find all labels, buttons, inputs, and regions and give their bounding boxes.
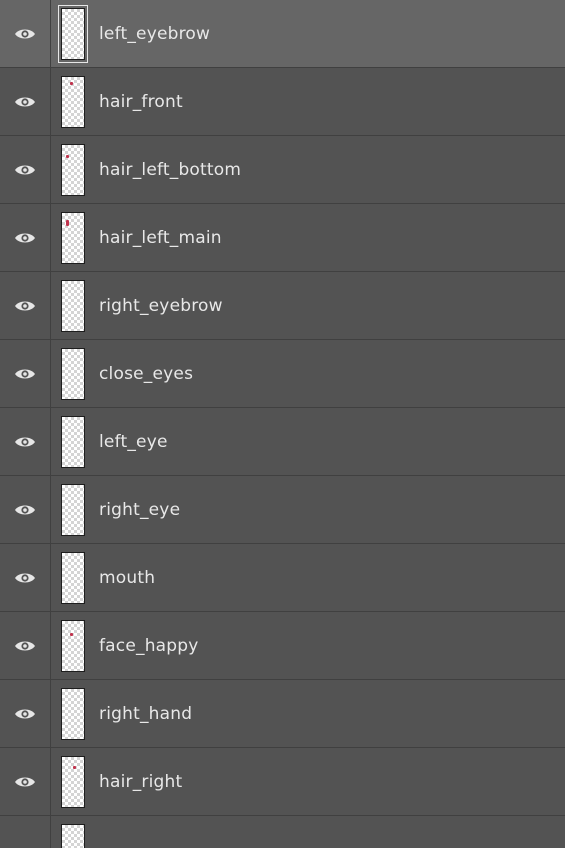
layer-thumbnail-cell[interactable] <box>51 68 95 135</box>
layer-thumbnail[interactable] <box>61 279 85 332</box>
eye-icon[interactable] <box>14 299 36 313</box>
eye-icon[interactable] <box>14 435 36 449</box>
layer-thumbnail[interactable] <box>61 824 85 848</box>
eye-icon[interactable] <box>14 231 36 245</box>
layer-name[interactable]: hair_front <box>99 92 183 112</box>
layer-thumbnail-cell[interactable] <box>51 340 95 407</box>
layer-name[interactable]: mouth <box>99 568 155 588</box>
layer-name[interactable]: left_eye <box>99 432 168 452</box>
layer-thumbnail[interactable] <box>61 755 85 808</box>
layer-thumbnail[interactable] <box>61 483 85 536</box>
layer-thumbnail-cell[interactable] <box>51 680 95 747</box>
layer-thumbnail-cell[interactable] <box>51 272 95 339</box>
layer-thumbnail-cell[interactable] <box>51 612 95 679</box>
visibility-toggle[interactable] <box>0 408 51 475</box>
layer-row-right-hand[interactable]: right_hand <box>0 680 565 748</box>
layer-thumbnail-cell[interactable] <box>51 748 95 815</box>
visibility-cell[interactable] <box>0 816 51 848</box>
thumbnail-content <box>66 219 69 226</box>
layer-thumbnail[interactable] <box>58 4 88 63</box>
layer-thumbnail-cell[interactable] <box>51 408 95 475</box>
layer-row-mouth[interactable]: mouth <box>0 544 565 612</box>
layer-row-left-eyebrow[interactable]: left_eyebrow <box>0 0 565 68</box>
visibility-toggle[interactable] <box>0 0 51 67</box>
layer-row-right-eyebrow[interactable]: right_eyebrow <box>0 272 565 340</box>
layer-thumbnail[interactable] <box>61 347 85 400</box>
layer-name[interactable]: hair_left_main <box>99 228 222 248</box>
layer-thumbnail[interactable] <box>61 551 85 604</box>
layer-name[interactable]: left_eyebrow <box>99 24 210 44</box>
layer-thumbnail-cell[interactable] <box>51 476 95 543</box>
layer-thumbnail[interactable] <box>61 415 85 468</box>
layer-name[interactable]: close_eyes <box>99 364 193 384</box>
eye-icon[interactable] <box>14 639 36 653</box>
thumbnail-content <box>66 154 69 158</box>
layer-name[interactable]: hair_right <box>99 772 182 792</box>
eye-icon[interactable] <box>14 27 36 41</box>
layer-thumbnail-cell[interactable] <box>51 136 95 203</box>
visibility-toggle[interactable] <box>0 612 51 679</box>
layer-row-partial[interactable] <box>0 816 565 848</box>
layer-name[interactable]: right_hand <box>99 704 192 724</box>
layer-thumbnail[interactable] <box>61 619 85 672</box>
layer-name[interactable]: face_happy <box>99 636 199 656</box>
visibility-toggle[interactable] <box>0 544 51 611</box>
eye-icon[interactable] <box>14 95 36 109</box>
eye-icon[interactable] <box>14 775 36 789</box>
layer-row-hair-left-bottom[interactable]: hair_left_bottom <box>0 136 565 204</box>
visibility-toggle[interactable] <box>0 204 51 271</box>
layer-row-hair-right[interactable]: hair_right <box>0 748 565 816</box>
layer-row-face-happy[interactable]: face_happy <box>0 612 565 680</box>
eye-icon[interactable] <box>14 571 36 585</box>
layer-row-right-eye[interactable]: right_eye <box>0 476 565 544</box>
layer-thumbnail[interactable] <box>61 211 85 264</box>
eye-icon[interactable] <box>14 503 36 517</box>
layer-row-hair-left-main[interactable]: hair_left_main <box>0 204 565 272</box>
layer-row-close-eyes[interactable]: close_eyes <box>0 340 565 408</box>
layer-thumbnail-cell[interactable] <box>51 204 95 271</box>
thumbnail-content <box>70 632 73 636</box>
layer-thumbnail-cell[interactable] <box>51 0 95 67</box>
layer-row-left-eye[interactable]: left_eye <box>0 408 565 476</box>
visibility-toggle[interactable] <box>0 748 51 815</box>
visibility-toggle[interactable] <box>0 68 51 135</box>
layer-name[interactable]: right_eye <box>99 500 180 520</box>
thumbnail-content <box>70 81 73 85</box>
visibility-toggle[interactable] <box>0 476 51 543</box>
layer-name[interactable]: right_eyebrow <box>99 296 223 316</box>
eye-icon[interactable] <box>14 367 36 381</box>
visibility-toggle[interactable] <box>0 136 51 203</box>
layers-panel: left_eyebrow hair_front hair_left_bottom… <box>0 0 565 848</box>
visibility-toggle[interactable] <box>0 272 51 339</box>
layer-thumbnail[interactable] <box>61 75 85 128</box>
layer-thumbnail[interactable] <box>61 143 85 196</box>
visibility-toggle[interactable] <box>0 680 51 747</box>
layer-row-hair-front[interactable]: hair_front <box>0 68 565 136</box>
eye-icon[interactable] <box>14 707 36 721</box>
layer-name[interactable]: hair_left_bottom <box>99 160 241 180</box>
layer-thumbnail-cell[interactable] <box>51 816 95 848</box>
eye-icon[interactable] <box>14 163 36 177</box>
layer-thumbnail[interactable] <box>61 687 85 740</box>
visibility-toggle[interactable] <box>0 340 51 407</box>
thumbnail-content <box>73 765 76 769</box>
layer-thumbnail-cell[interactable] <box>51 544 95 611</box>
